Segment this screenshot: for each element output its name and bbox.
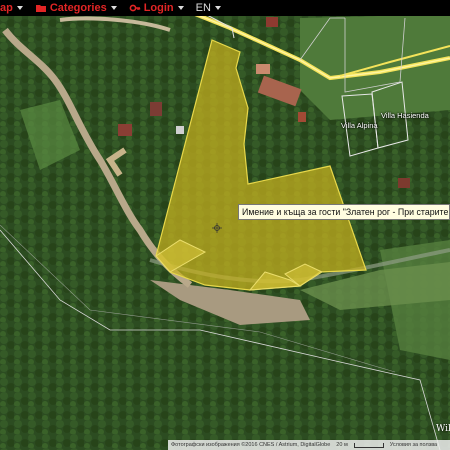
map-canvas [0,0,450,450]
chevron-down-icon [177,6,184,10]
map-menu[interactable]: ap [0,0,31,16]
categories-label: Categories [49,2,107,14]
property-tooltip: Имение и къща за гости "Златен рог - При… [238,204,450,220]
wikimapia-logo: Wik [436,424,450,434]
building [398,178,410,188]
login-menu[interactable]: Login [125,0,192,16]
imagery-attribution: Фотографски изображения ©2016 CNES / Ast… [171,442,331,448]
language-label: EN [195,2,211,14]
terms-link[interactable]: Условия за ползва [387,440,440,450]
language-selector[interactable]: EN [192,0,229,16]
key-icon [129,2,141,14]
categories-menu[interactable]: Categories [31,0,125,16]
scale-bar [353,442,384,448]
scale-label: 20 м [336,442,348,448]
folder-icon [35,2,47,14]
building [266,17,278,27]
building [256,64,270,74]
crosshair-icon [212,220,222,233]
building [150,102,162,116]
chevron-down-icon [16,6,23,10]
building [118,124,132,136]
building [176,126,184,134]
map-attribution-bar: Фотографски изображения ©2016 CNES / Ast… [168,440,450,450]
login-label: Login [143,2,174,14]
satellite-map[interactable] [0,0,450,450]
villa-hasienda-label[interactable]: Villa Hasienda [381,111,429,120]
building [298,112,306,122]
villa-alpina-label[interactable]: Villa Alpina [341,121,378,130]
chevron-down-icon [214,6,221,10]
chevron-down-icon [110,6,117,10]
map-menu-label: ap [0,2,13,14]
top-nav-bar: ap Categories Login EN [0,0,450,16]
